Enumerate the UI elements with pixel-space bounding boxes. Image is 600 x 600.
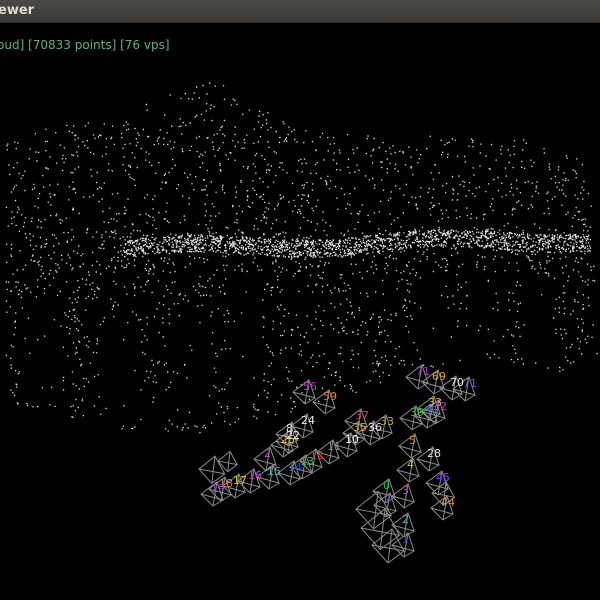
camera-label: 2: [402, 513, 409, 526]
camera-label: 1: [402, 533, 409, 546]
status-text: oud] [70833 points] [76 vps]: [0, 38, 170, 52]
camera-label: 24: [301, 414, 315, 427]
camera-label: 0: [383, 479, 390, 492]
point-cloud-scene[interactable]: 71 69 70 715659 3339 31322224253735 3633101112…: [0, 23, 600, 600]
camera-label: 39: [410, 406, 424, 419]
camera-label: 10: [345, 433, 359, 446]
window-title: ewer: [0, 3, 35, 18]
camera-label: 7: [384, 493, 391, 506]
camera-label: 8: [286, 422, 293, 435]
camera-label: 56: [303, 380, 317, 393]
window-titlebar[interactable]: ewer: [0, 0, 600, 23]
point-cloud-dots: [5, 82, 598, 434]
point-cloud-points: [5, 82, 598, 434]
camera-label: 71: [463, 377, 477, 390]
camera-label: 44: [441, 496, 455, 509]
camera-label: 11: [327, 440, 341, 453]
camera-label: 4: [407, 458, 414, 471]
camera-label: 71: [416, 365, 430, 378]
camera-frustum: [216, 450, 239, 473]
camera-frustums: [197, 364, 476, 564]
camera-label: 19: [211, 482, 225, 495]
camera-label: 15: [267, 465, 281, 478]
camera-label: 13: [300, 455, 314, 468]
camera-label: 59: [323, 390, 337, 403]
point-cloud-viewport[interactable]: 71 69 70 71 56 59 33 39 31 32 22 24 25 37 35 36 33 10 11 12…: [0, 23, 600, 600]
camera-label: 5: [409, 434, 416, 447]
camera-label: 70: [450, 376, 464, 389]
camera-label: 45: [436, 471, 450, 484]
camera-label: 3: [402, 484, 409, 497]
camera-label: 17: [233, 474, 247, 487]
camera-label: 16: [248, 469, 262, 482]
camera-label: 69: [432, 370, 446, 383]
camera-label: 28: [427, 447, 441, 460]
camera-label: 32: [433, 400, 447, 413]
camera-label: 2: [264, 447, 271, 460]
camera-label: 33: [380, 415, 394, 428]
camera-label: 14: [288, 461, 302, 474]
